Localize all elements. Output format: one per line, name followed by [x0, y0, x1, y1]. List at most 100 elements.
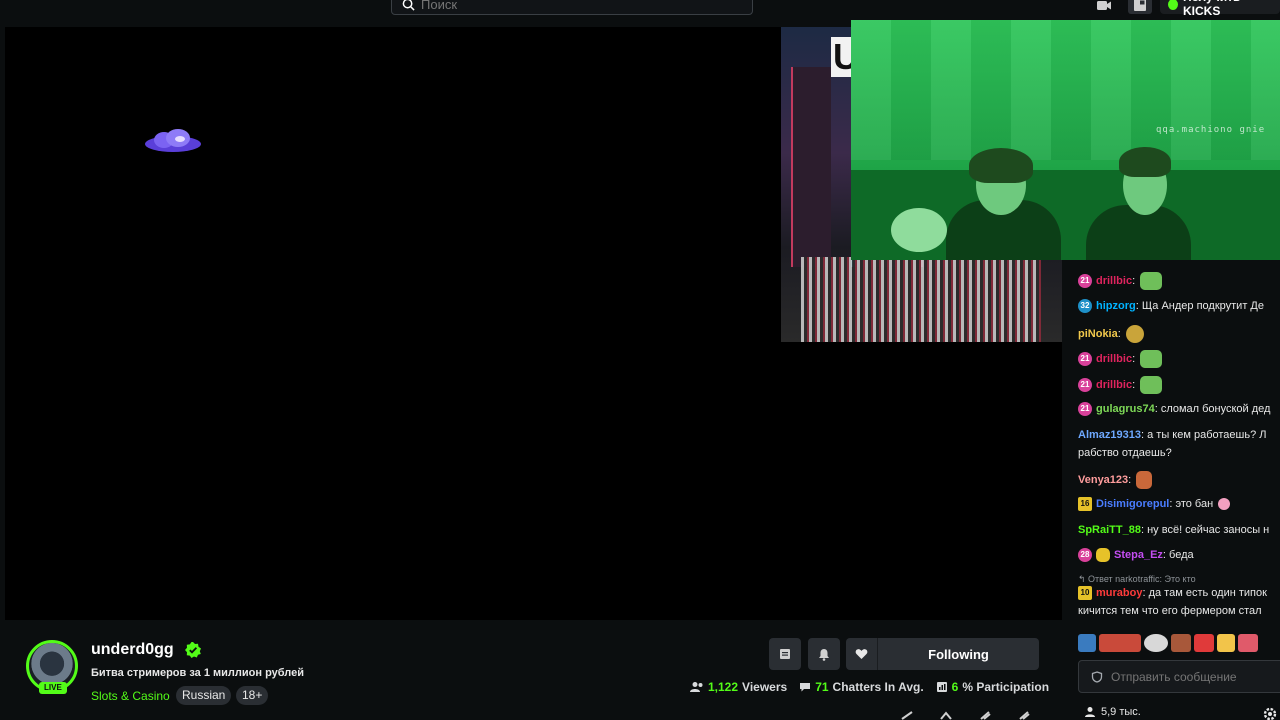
- camera-watermark: qqa.machiono gnie: [1156, 125, 1266, 135]
- sub-badge: 28: [1078, 548, 1092, 563]
- chat-message-continued: рабство отдаешь?: [1078, 446, 1280, 460]
- video-icon[interactable]: [1094, 0, 1114, 14]
- chat-message: 16 Disimigorepul: это бан: [1078, 497, 1280, 512]
- emote-item[interactable]: [1144, 634, 1168, 652]
- following-label: Following: [928, 646, 989, 662]
- chat-text: рабство отдаешь?: [1078, 447, 1172, 459]
- chat-message: 28 Stepa_Ez: беда: [1078, 548, 1280, 563]
- chat-username[interactable]: Disimigorepul: [1096, 498, 1169, 510]
- heart-icon: [846, 638, 878, 670]
- emote: [1136, 471, 1153, 489]
- notifications-button[interactable]: [808, 638, 840, 670]
- emote-item[interactable]: [1217, 634, 1235, 652]
- chat-text: ну всё! сейчас заносы н: [1147, 524, 1270, 536]
- sub-badge: 10: [1078, 586, 1092, 601]
- chat-bubble-icon: [800, 683, 811, 692]
- sub-badge: 16: [1078, 497, 1092, 512]
- following-button[interactable]: Following: [846, 638, 1039, 670]
- stream-title: Битва стримеров за 1 миллион рублей: [91, 667, 305, 679]
- document-icon: [780, 649, 790, 659]
- shield-icon: [1091, 670, 1103, 683]
- emote-bar: [1078, 634, 1280, 654]
- chat-message: SpRaiTT_88: ну всё! сейчас заносы н: [1078, 524, 1270, 536]
- chat-username[interactable]: gulagrus74: [1096, 403, 1155, 415]
- emote-item[interactable]: [1171, 634, 1191, 652]
- chat-panel: 21 drillbic: 32 hipzorg: Ща Андер подкрути…: [1070, 250, 1280, 625]
- chatters-count: 71: [815, 680, 829, 694]
- viewers-count: 1,122: [708, 680, 739, 694]
- chat-message: 21 drillbic:: [1078, 376, 1280, 394]
- chat-input[interactable]: [1111, 669, 1280, 684]
- layout-icon[interactable]: [1128, 0, 1152, 14]
- chat-text: да там есть один типок: [1148, 587, 1267, 599]
- kicks-label: Получить KICKS: [1182, 0, 1240, 18]
- kicks-icon: [1168, 0, 1178, 10]
- chat-username[interactable]: SpRaiTT_88: [1078, 524, 1141, 536]
- chat-text: сломал бонуской дед: [1160, 403, 1271, 415]
- chat-username[interactable]: drillbic: [1096, 275, 1132, 287]
- expand-icon[interactable]: [1017, 710, 1031, 720]
- clip-icon[interactable]: [978, 710, 992, 720]
- category-link[interactable]: Slots & Casino: [91, 689, 170, 703]
- chat-username[interactable]: hipzorg: [1096, 300, 1136, 312]
- reply-text: Ответ narkotraffic: Это кто: [1088, 574, 1196, 584]
- sub-badge: 21: [1078, 402, 1092, 417]
- participation-label: % Participation: [962, 680, 1050, 694]
- chat-username[interactable]: piNokia: [1078, 328, 1118, 340]
- reply-reference[interactable]: ↰ Ответ narkotraffic: Это кто: [1078, 572, 1196, 586]
- tag-language[interactable]: Russian: [176, 686, 232, 705]
- chat-message: Venya123:: [1078, 471, 1280, 489]
- sub-badge: 21: [1078, 352, 1092, 366]
- chat-username[interactable]: Venya123: [1078, 474, 1128, 486]
- search-box[interactable]: [391, 0, 753, 15]
- emote-item[interactable]: [1194, 634, 1214, 652]
- live-badge: LIVE: [39, 682, 67, 694]
- stream-stats: 1,122 Viewers 71 Chatters In Avg. 6 % Pa…: [690, 680, 1049, 694]
- chat-text: Ща Андер подкрутит Де: [1141, 300, 1264, 312]
- chat-message: piNokia:: [1078, 325, 1280, 343]
- streamer-name[interactable]: underd0gg: [91, 641, 174, 659]
- tag-age[interactable]: 18+: [236, 686, 269, 705]
- sub-badge: 21: [1078, 274, 1092, 288]
- chat-username[interactable]: Almaz19313: [1078, 429, 1141, 441]
- gear-icon[interactable]: [1262, 706, 1278, 720]
- search-input[interactable]: [421, 0, 721, 12]
- chat-text: а ты кем работаешь? Л: [1147, 429, 1267, 441]
- frog-emote: [1140, 272, 1163, 290]
- chat-username[interactable]: drillbic: [1096, 379, 1132, 391]
- chat-message: 21 drillbic:: [1078, 350, 1280, 368]
- chat-username[interactable]: muraboy: [1096, 587, 1142, 599]
- users-icon: [1085, 707, 1095, 717]
- cloud-sprite: [145, 129, 201, 152]
- viewers-stat: 1,122 Viewers: [690, 680, 787, 694]
- viewers-label: Viewers: [742, 680, 788, 694]
- laugh-emote: [1218, 498, 1231, 511]
- theater-mode-button[interactable]: [769, 638, 801, 670]
- get-kicks-button[interactable]: Получить KICKS: [1160, 0, 1280, 18]
- sub-badge: 21: [1078, 378, 1092, 392]
- chat-text: беда: [1169, 549, 1194, 561]
- chat-message: 10 muraboy: да там есть один типок: [1078, 586, 1280, 601]
- arrow-up-icon[interactable]: [939, 710, 953, 720]
- badge-emote: [1096, 548, 1110, 563]
- chart-icon: [936, 682, 947, 692]
- search-icon: [402, 0, 415, 11]
- glitch-figure: [801, 257, 1041, 342]
- emote-item[interactable]: [1078, 634, 1096, 652]
- bell-icon: [819, 648, 829, 661]
- verified-icon: [185, 642, 201, 658]
- chat-username[interactable]: drillbic: [1096, 353, 1132, 365]
- sub-badge: 32: [1078, 299, 1092, 314]
- chatters-stat: 71 Chatters In Avg.: [799, 680, 924, 694]
- emote-item[interactable]: [1238, 634, 1258, 652]
- emote-item[interactable]: [1099, 634, 1141, 652]
- chat-message: Almaz19313: а ты кем работаешь? Л: [1078, 429, 1267, 441]
- chat-input-box[interactable]: [1078, 660, 1280, 693]
- emote: [1125, 325, 1144, 343]
- share-icon[interactable]: [900, 710, 914, 720]
- chat-message-continued: кичится тем что его фермером стал: [1078, 604, 1280, 618]
- chat-message: 32 hipzorg: Ща Андер подкрутит Де: [1078, 299, 1280, 314]
- frog-emote: [1140, 350, 1163, 368]
- chat-username[interactable]: Stepa_Ez: [1114, 549, 1163, 561]
- chatters-label: Chatters In Avg.: [832, 680, 924, 694]
